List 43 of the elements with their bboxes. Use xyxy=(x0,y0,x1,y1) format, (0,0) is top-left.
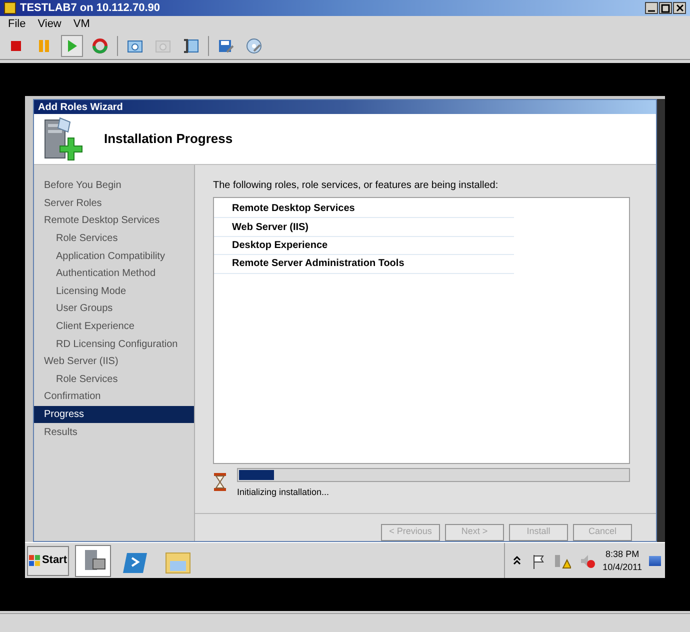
nav-item[interactable]: Role Services xyxy=(34,230,194,248)
app-icon xyxy=(4,2,16,14)
nav-item[interactable]: Remote Desktop Services xyxy=(34,212,194,230)
clock-time[interactable]: 8:38 PM xyxy=(606,548,640,560)
list-item: Web Server (IIS) xyxy=(214,218,514,237)
nav-item[interactable]: Progress xyxy=(34,406,194,424)
maximize-icon xyxy=(661,4,670,12)
minimize-button[interactable] xyxy=(645,2,658,14)
windows-logo-icon xyxy=(29,554,41,566)
start-button[interactable]: Start xyxy=(27,546,69,576)
maximize-button[interactable] xyxy=(659,2,672,14)
nav-item[interactable]: Results xyxy=(34,423,194,441)
menu-item[interactable]: File xyxy=(8,16,26,33)
clock-date[interactable]: 10/4/2011 xyxy=(602,560,642,574)
window-title: Add Roles Wizard xyxy=(38,100,123,114)
play-button[interactable] xyxy=(61,35,83,57)
list-item: Remote Server Administration Tools xyxy=(214,255,514,274)
nav-item[interactable]: Before You Begin xyxy=(34,177,194,195)
nav-item[interactable]: Role Services xyxy=(34,370,194,388)
nav-item[interactable]: Licensing Mode xyxy=(34,282,194,300)
nav-item[interactable]: RD Licensing Configuration xyxy=(34,335,194,353)
nav-item[interactable]: Application Compatibility xyxy=(34,247,194,265)
window-title: TESTLAB7 on 10.112.70.90 xyxy=(20,0,162,16)
status-text: Initializing installation... xyxy=(237,486,330,499)
page-heading: Installation Progress xyxy=(104,130,233,148)
server-taskbar-button[interactable] xyxy=(75,544,111,576)
list-item: Remote Desktop Services xyxy=(214,200,514,218)
nav-item[interactable]: Server Roles xyxy=(34,194,194,212)
show-desktop-button[interactable] xyxy=(649,556,661,566)
intro-text: The following roles, role services, or features are being installed: xyxy=(213,179,500,192)
nav-item[interactable]: User Groups xyxy=(34,300,194,318)
close-button[interactable] xyxy=(673,2,686,14)
disc-icon xyxy=(245,37,263,55)
menu-item[interactable]: View xyxy=(38,16,62,33)
nav-item[interactable]: Web Server (IIS) xyxy=(34,352,194,371)
nav-item[interactable]: Client Experience xyxy=(34,318,194,336)
list-item: Desktop Experience xyxy=(214,236,514,256)
minimize-icon xyxy=(648,10,655,12)
floppy-icon xyxy=(217,37,235,55)
nav-item[interactable]: Authentication Method xyxy=(34,264,194,283)
menu-item[interactable]: VM xyxy=(73,16,90,33)
nav-item[interactable]: Confirmation xyxy=(34,388,194,406)
close-icon xyxy=(676,4,684,12)
